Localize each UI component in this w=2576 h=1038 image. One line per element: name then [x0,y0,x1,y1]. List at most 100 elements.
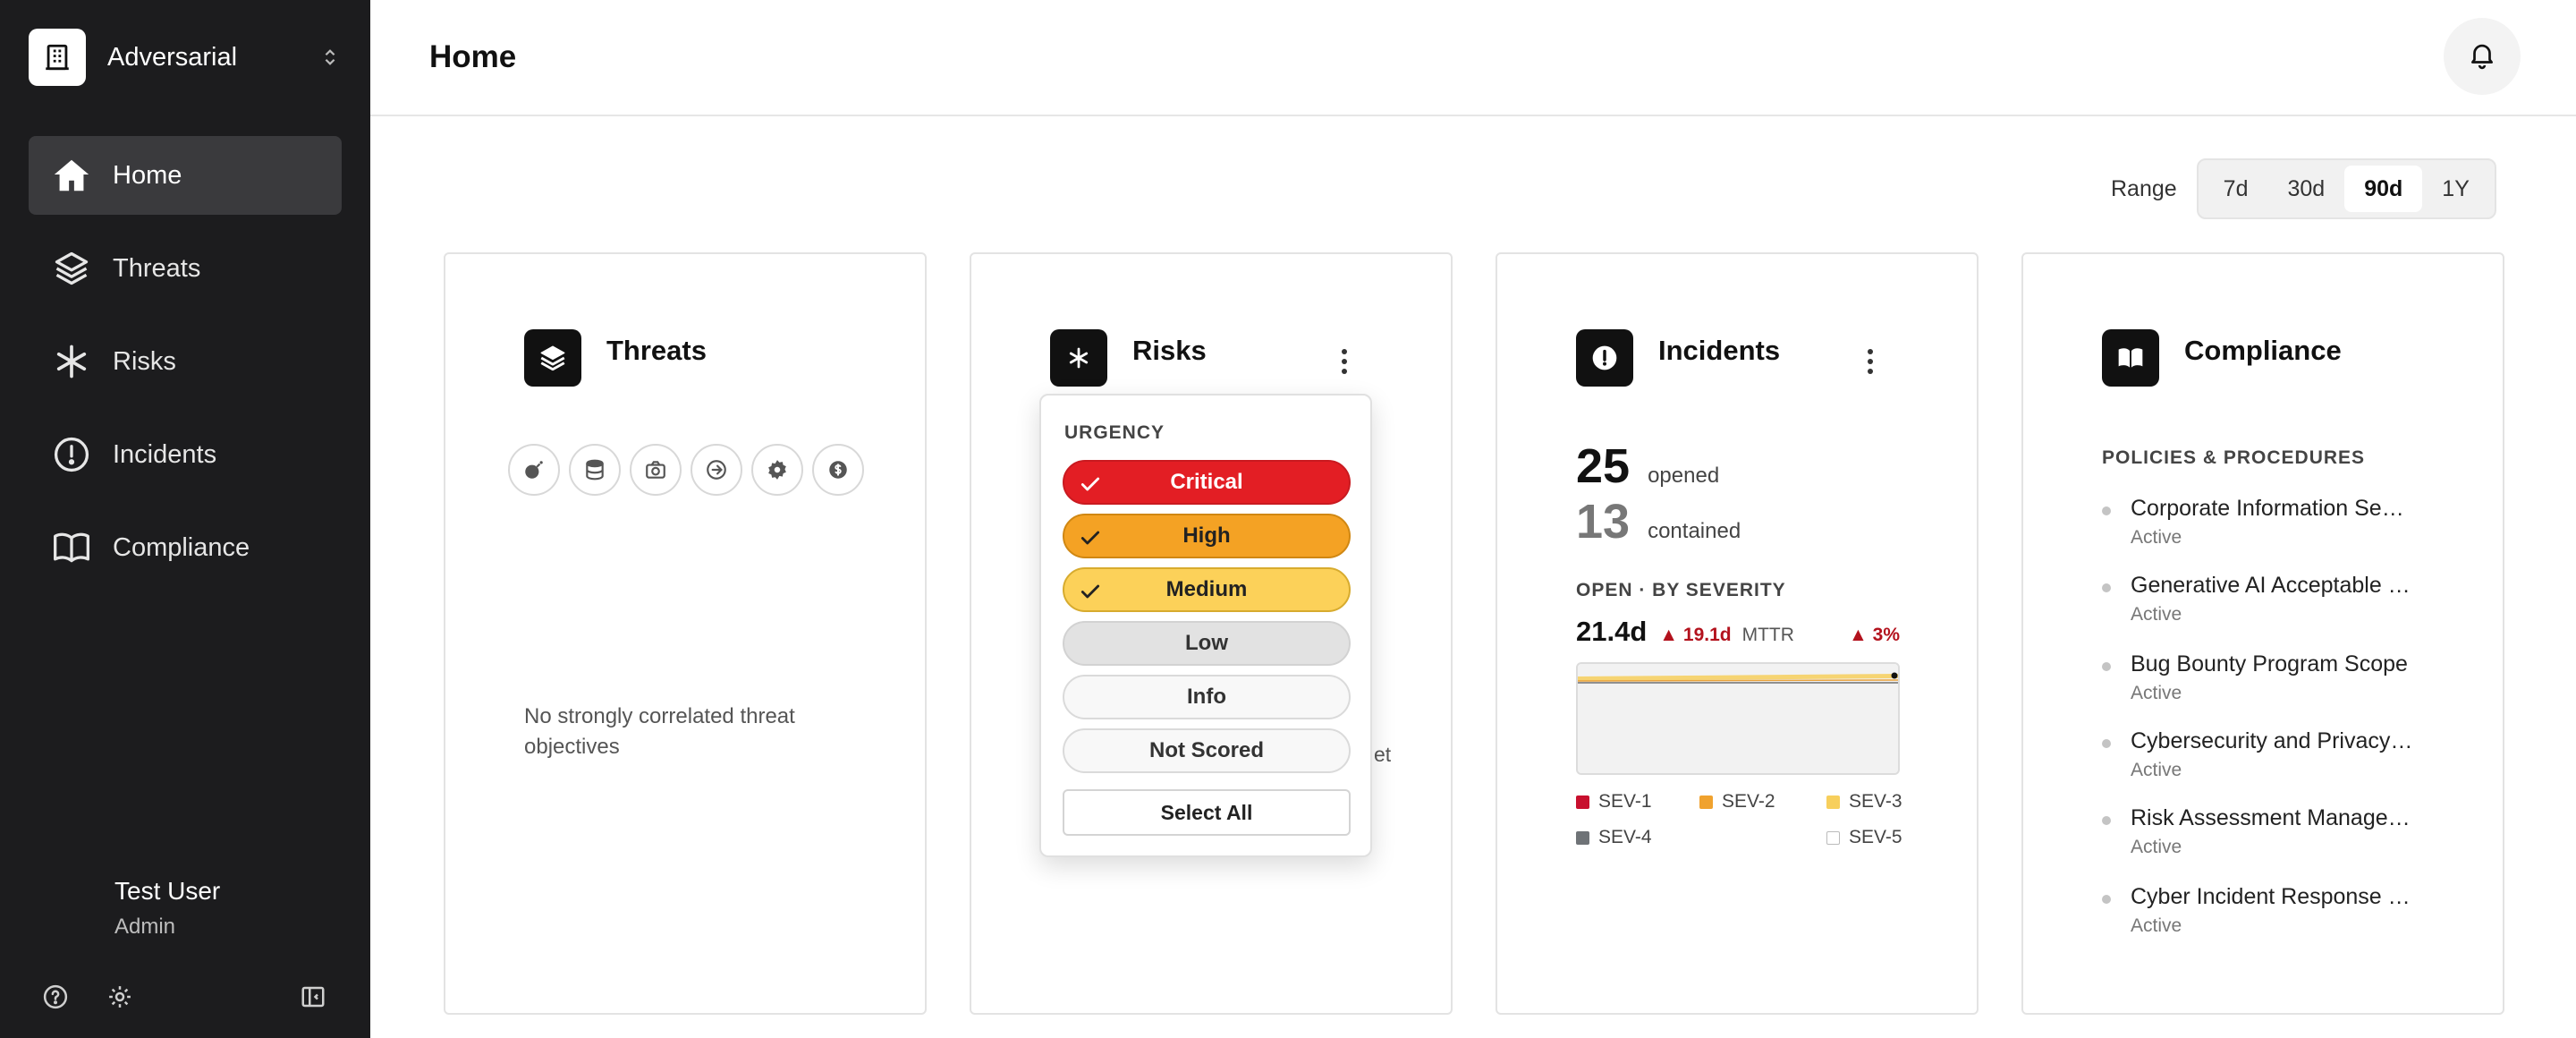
policy-status: Active [2131,604,2182,625]
bomb-icon[interactable] [508,444,560,496]
threats-empty-state: No strongly correlated threat objectives [524,704,795,759]
incidents-contained-stat: 13 contained [1576,494,1741,549]
threats-card: Threats No strongly correlated threat ob… [444,252,927,1015]
mttr-delta: ▲ 19.1d [1659,625,1732,645]
urgency-option-not-scored[interactable]: Not Scored [1063,728,1351,773]
policies-section-title: POLICIES & PROCEDURES [2102,447,2366,468]
sidebar-item-label: Risks [113,346,176,376]
policy-status: Active [2131,760,2182,780]
user-role: Admin [114,915,176,939]
sidebar-item-threats[interactable]: Threats [29,229,342,308]
card-header: Incidents [1576,329,1780,387]
card-title: Threats [606,335,707,366]
sidebar-item-incidents[interactable]: Incidents [29,415,342,494]
sidebar-item-label: Compliance [113,532,250,562]
urgency-option-info[interactable]: Info [1063,675,1351,719]
card-title: Incidents [1658,335,1781,366]
severity-trend-chart[interactable] [1576,662,1900,775]
bullet-dot [2102,662,2111,671]
mttr-change-percent: ▲ 3% [1849,625,1900,645]
asterisk-icon [1050,329,1107,387]
policy-status: Active [2131,837,2182,857]
range-option-90d[interactable]: 90d [2344,166,2423,212]
bell-icon [2467,39,2497,74]
check-icon [1079,472,1102,496]
mttr-label: MTTR [1741,625,1794,645]
legend-swatch [1699,795,1713,809]
sidebar-item-compliance[interactable]: Compliance [29,508,342,587]
range-option-7d[interactable]: 7d [2204,166,2268,212]
range-segmented-control: 7d 30d 90d 1Y [2196,158,2496,219]
risks-partial-text: et [1374,743,1392,766]
dollar-icon[interactable] [812,444,864,496]
policy-name: Cyber Incident Response … [2131,884,2411,909]
settings-icon[interactable] [751,444,803,496]
more-options-icon[interactable] [1857,344,1884,379]
range-option-1y[interactable]: 1Y [2422,166,2489,212]
urgency-filter-dropdown: URGENCY Critical High Medium Low Info No… [1039,394,1372,857]
book-icon [50,526,93,569]
policy-name: Corporate Information Se… [2131,496,2404,521]
arrow-right-circle-icon[interactable] [691,444,742,496]
legend-label: SEV-5 [1849,827,1902,847]
severity-section-title: OPEN · BY SEVERITY [1576,580,1786,600]
notifications-button[interactable] [2444,18,2521,95]
check-icon [1079,526,1102,549]
incidents-card: Incidents 25 opened 13 contained OPEN · … [1496,252,1979,1015]
user-profile[interactable]: Test User Admin [114,877,220,940]
chevrons-up-down-icon[interactable] [317,44,343,71]
sidebar-item-home[interactable]: Home [29,136,342,215]
collapse-sidebar-icon[interactable] [297,981,329,1013]
page-title: Home [429,39,517,74]
settings-icon[interactable] [104,981,136,1013]
policy-name: Generative AI Acceptable … [2131,573,2411,598]
card-header: Threats [524,329,707,387]
camera-icon[interactable] [630,444,682,496]
range-option-30d[interactable]: 30d [2267,166,2344,212]
urgency-option-label: Medium [1165,577,1248,601]
range-label: Range [2111,175,2177,201]
policy-status: Active [2131,915,2182,936]
card-header: Risks [1050,329,1207,387]
top-header: Home [370,0,2576,116]
select-all-button[interactable]: Select All [1063,789,1351,836]
latest-point [1891,672,1898,679]
urgency-option-low[interactable]: Low [1063,621,1351,666]
legend-sev-1: SEV-1 [1576,791,1652,813]
urgency-option-critical[interactable]: Critical [1063,460,1351,505]
policy-item[interactable]: Corporate Information Se… Active [2102,496,2433,549]
help-icon[interactable] [39,981,72,1013]
legend-swatch [1826,830,1840,845]
policy-item[interactable]: Cybersecurity and Privacy… Active [2102,728,2433,781]
org-switcher[interactable]: Adversarial [29,29,343,86]
policy-item[interactable]: Bug Bounty Program Scope Active [2102,651,2433,704]
home-icon [50,154,93,197]
mttr-row: 21.4d ▲ 19.1d MTTR ▲ 3% [1576,616,1900,648]
policy-status: Active [2131,683,2182,703]
incidents-opened-stat: 25 opened [1576,438,1719,494]
layers-icon [50,247,93,290]
database-icon[interactable] [569,444,621,496]
user-name: Test User [114,877,221,905]
opened-label: opened [1648,464,1720,488]
legend-sev-5: SEV-5 [1826,827,1902,848]
dropdown-title: URGENCY [1064,422,1165,443]
building-icon [29,29,86,86]
policy-item[interactable]: Generative AI Acceptable … Active [2102,573,2433,625]
opened-count: 25 [1576,439,1631,493]
policy-item[interactable]: Risk Assessment Manage… Active [2102,805,2433,858]
urgency-option-label: High [1182,523,1231,548]
bullet-dot [2102,816,2111,825]
sidebar-item-risks[interactable]: Risks [29,322,342,401]
more-options-icon[interactable] [1331,344,1358,379]
policy-item[interactable]: Cyber Incident Response … Active [2102,884,2433,937]
policy-name: Bug Bounty Program Scope [2131,651,2408,676]
org-name: Adversarial [107,42,238,72]
mttr-value: 21.4d [1576,616,1648,647]
contained-count: 13 [1576,495,1631,549]
legend-sev-2: SEV-2 [1699,791,1775,813]
urgency-option-high[interactable]: High [1063,514,1351,558]
legend-sev-4: SEV-4 [1576,827,1652,848]
urgency-option-label: Critical [1170,470,1243,494]
urgency-option-medium[interactable]: Medium [1063,567,1351,612]
